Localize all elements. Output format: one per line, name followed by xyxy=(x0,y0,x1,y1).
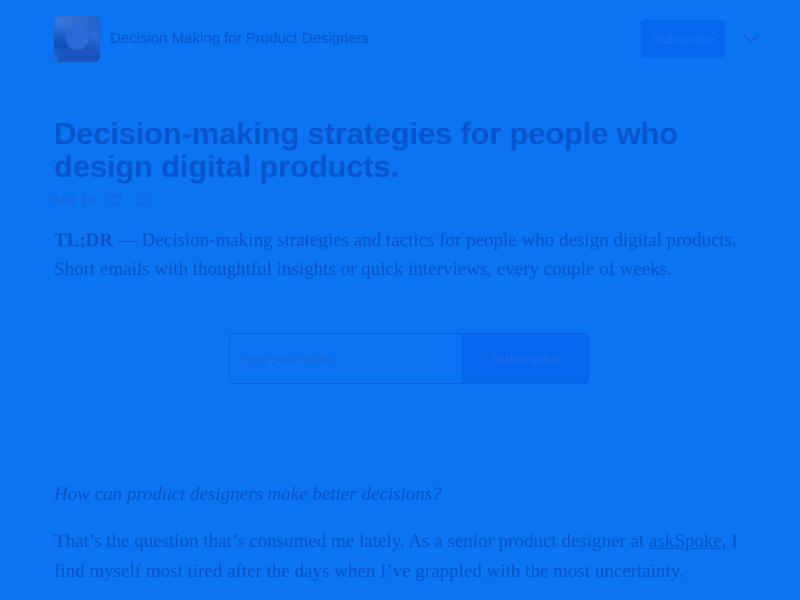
signup-subscribe-button[interactable]: Subscribe xyxy=(462,334,588,383)
tldr-label: TL;DR xyxy=(54,230,114,251)
tldr-text: — Decision-making strategies and tactics… xyxy=(54,230,737,280)
email-signup-form: Subscribe xyxy=(229,333,589,384)
comment-icon[interactable] xyxy=(136,193,150,207)
article-title: Decision-making strategies for people wh… xyxy=(54,116,678,184)
publication-title[interactable]: Decision Making for Product Designers xyxy=(110,30,369,47)
tldr-summary: TL;DR — Decision-making strategies and t… xyxy=(54,226,754,284)
lead-question: How can product designers make better de… xyxy=(54,484,442,505)
chevron-down-icon[interactable] xyxy=(741,30,761,46)
header: Decision Making for Product Designers Su… xyxy=(0,0,800,80)
body-text-start: That’s the question that’s consumed me l… xyxy=(54,531,650,552)
author-avatar[interactable] xyxy=(54,16,100,62)
header-subscribe-button[interactable]: Subscribe xyxy=(641,20,725,58)
avatar-face xyxy=(66,24,88,50)
body-paragraph: That’s the question that’s consumed me l… xyxy=(54,527,754,587)
post-meta: Mar 19 xyxy=(54,191,150,209)
post-date: Mar 19 xyxy=(54,192,95,208)
askspoke-link[interactable]: askSpoke xyxy=(649,531,722,552)
heart-icon[interactable] xyxy=(108,193,123,207)
email-input[interactable] xyxy=(230,334,462,383)
